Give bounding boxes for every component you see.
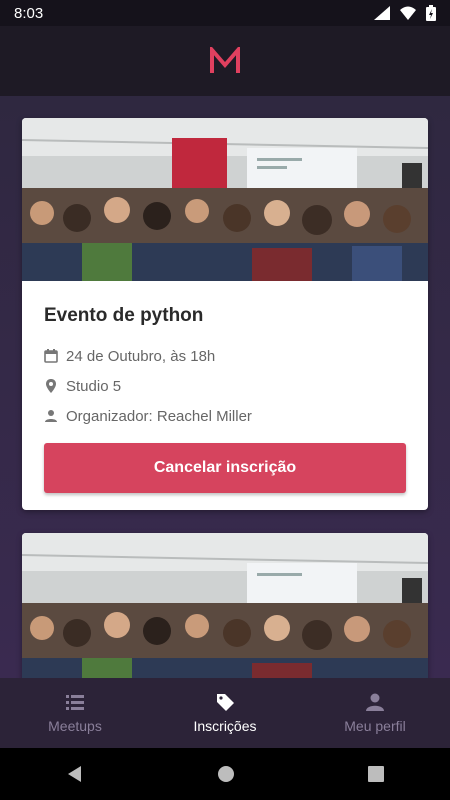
event-location-row: Studio 5 [44,371,406,401]
event-organizer: Organizador: Reachel Miller [66,407,252,425]
event-photo [22,533,428,678]
status-icons [374,5,436,21]
tag-icon [217,694,234,711]
event-card[interactable]: Evento de python 24 de Outubro, às 18h S… [22,118,428,510]
event-location: Studio 5 [66,377,122,395]
recents-icon[interactable] [367,766,384,782]
status-bar: 8:03 [0,0,450,26]
battery-icon [426,5,436,21]
event-title: Evento de python [44,305,204,326]
home-icon[interactable] [217,765,235,783]
signal-icon [374,6,390,20]
nav-item-profile[interactable]: Meu perfil [300,678,450,748]
person-icon [366,693,384,711]
event-photo [22,118,428,281]
event-date-row: 24 de Outubro, às 18h [44,341,406,371]
bottom-nav: Meetups Inscrições Meu perfil [0,678,450,748]
status-time: 8:03 [14,4,44,22]
event-card-body: Evento de python 24 de Outubro, às 18h S… [22,281,428,493]
location-pin-icon [46,379,56,393]
meetup-logo [210,47,240,73]
list-icon [66,695,84,710]
app-header [0,26,450,96]
calendar-icon [44,349,58,363]
event-organizer-row: Organizador: Reachel Miller [44,401,406,431]
system-nav-bar [0,748,450,800]
cancel-registration-button[interactable]: Cancelar inscrição [44,443,406,493]
nav-item-inscricoes[interactable]: Inscrições [150,678,300,748]
nav-label-profile: Meu perfil [344,718,406,734]
nav-label-meetups: Meetups [48,718,102,734]
event-date: 24 de Outubro, às 18h [66,347,216,365]
wifi-icon [400,6,416,20]
event-list[interactable]: Evento de python 24 de Outubro, às 18h S… [0,96,450,678]
nav-label-inscricoes: Inscrições [193,718,257,734]
nav-item-meetups[interactable]: Meetups [0,678,150,748]
event-card[interactable] [22,533,428,678]
back-icon[interactable] [66,765,84,783]
person-icon [45,410,57,422]
